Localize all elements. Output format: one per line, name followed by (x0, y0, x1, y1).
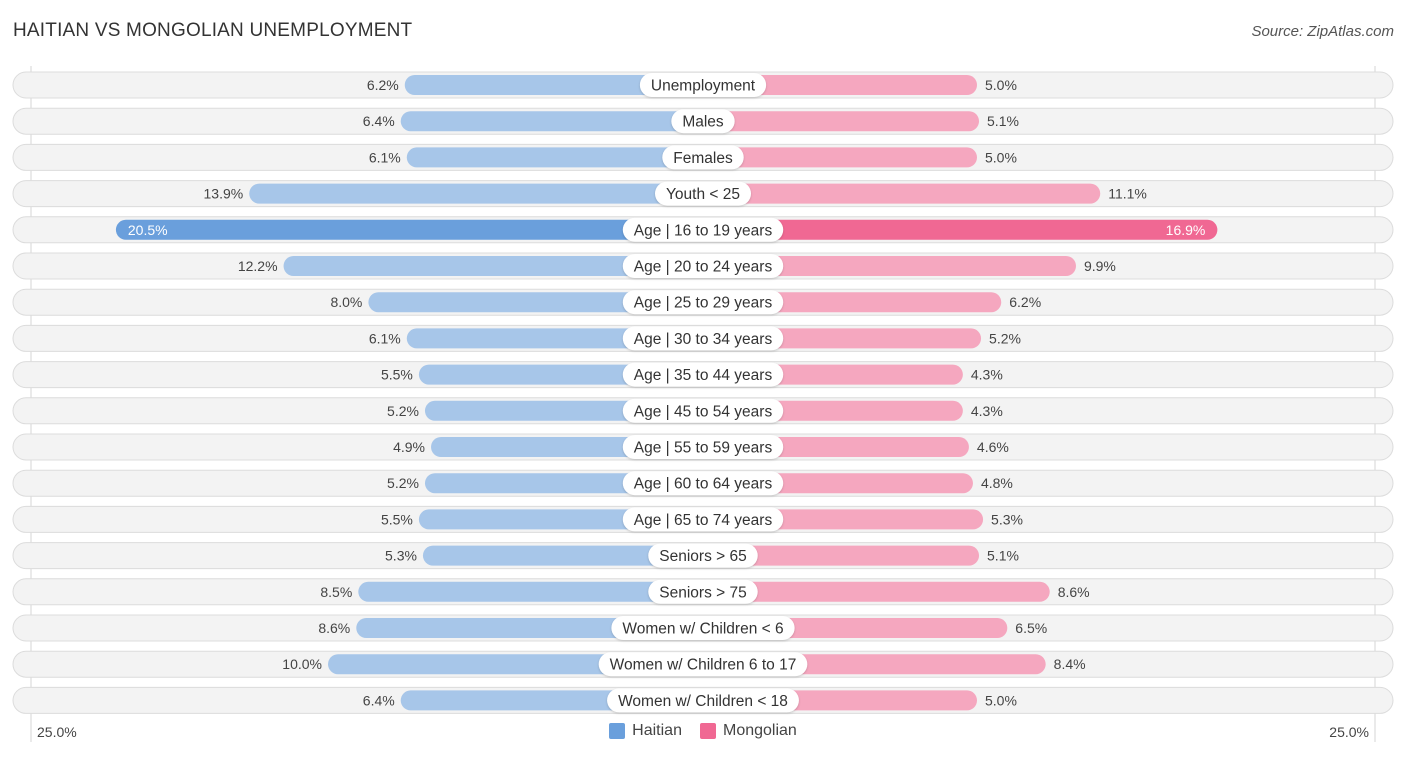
chart-row[interactable]: Women w/ Children < 18 6.4% 5.0% (12, 686, 1394, 714)
category-label: Age | 20 to 24 years (634, 259, 773, 276)
chart-row[interactable]: Age | 45 to 54 years 5.2% 4.3% (12, 397, 1394, 425)
value-label-mongolian: 8.6% (1058, 584, 1090, 600)
bar-mongolian[interactable] (703, 147, 977, 168)
category-label: Age | 35 to 44 years (634, 367, 773, 384)
value-label-mongolian: 6.2% (1009, 294, 1041, 310)
chart-row[interactable]: Age | 60 to 64 years 5.2% 4.8% (12, 469, 1394, 497)
legend-item-haitian[interactable]: Haitian (609, 722, 682, 740)
value-label-mongolian: 11.1% (1108, 186, 1147, 202)
bar-mongolian[interactable] (703, 183, 1101, 204)
value-label-mongolian: 4.3% (971, 403, 1003, 419)
category-label: Unemployment (651, 78, 756, 95)
category-label: Females (673, 150, 733, 167)
value-label-mongolian: 5.1% (987, 113, 1019, 129)
value-label-mongolian: 5.0% (985, 149, 1017, 165)
value-label-haitian: 5.5% (381, 367, 413, 383)
legend-swatch-mongolian (699, 723, 716, 739)
category-label: Age | 25 to 29 years (634, 295, 773, 312)
legend-item-mongolian[interactable]: Mongolian (699, 722, 797, 740)
category-label: Seniors > 75 (659, 584, 746, 601)
bar-haitian[interactable] (249, 183, 703, 204)
category-label: Age | 55 to 59 years (634, 440, 773, 457)
value-label-mongolian: 8.4% (1054, 656, 1086, 672)
category-label: Age | 65 to 74 years (634, 512, 773, 529)
chart-row[interactable]: Age | 35 to 44 years 5.5% 4.3% (12, 361, 1394, 389)
value-label-haitian: 5.3% (385, 548, 417, 564)
value-label-haitian: 8.5% (320, 584, 352, 600)
category-label: Women w/ Children < 18 (618, 693, 788, 710)
value-label-haitian: 6.2% (367, 77, 399, 93)
legend-label-mongolian: Mongolian (722, 722, 797, 739)
chart-canvas: Unemployment 6.2% 5.0% Males 6.4% 5.1% Females… (12, 66, 1394, 742)
value-label-mongolian: 5.0% (985, 77, 1017, 93)
chart-row[interactable]: Seniors > 75 8.5% 8.6% (12, 578, 1394, 606)
value-label-haitian: 10.0% (282, 656, 322, 672)
value-label-haitian: 13.9% (204, 186, 244, 202)
chart-row[interactable]: Males 6.4% 5.1% (12, 107, 1394, 135)
chart-row[interactable]: Age | 65 to 74 years 5.5% 5.3% (12, 505, 1394, 533)
category-label: Youth < 25 (666, 186, 740, 203)
category-label: Seniors > 65 (659, 548, 746, 565)
value-label-haitian: 8.0% (330, 294, 362, 310)
value-label-haitian: 6.4% (363, 113, 395, 129)
chart-row[interactable]: Unemployment 6.2% 5.0% (12, 71, 1394, 99)
value-label-haitian: 5.2% (387, 475, 419, 491)
chart-row[interactable]: Age | 20 to 24 years 12.2% 9.9% (12, 252, 1394, 280)
value-label-haitian: 5.2% (387, 403, 419, 419)
bar-haitian[interactable] (406, 147, 703, 168)
value-label-mongolian: 5.1% (987, 548, 1019, 564)
value-label-haitian: 6.4% (363, 692, 395, 708)
value-label-mongolian: 5.0% (985, 692, 1017, 708)
chart-row[interactable]: Age | 55 to 59 years 4.9% 4.6% (12, 433, 1394, 461)
chart-row[interactable]: Seniors > 65 5.3% 5.1% (12, 542, 1394, 570)
chart-row[interactable]: Age | 25 to 29 years 8.0% 6.2% (12, 288, 1394, 316)
category-label: Age | 16 to 19 years (634, 222, 773, 239)
legend: Haitian Mongolian (0, 722, 1406, 740)
category-label: Males (682, 114, 724, 131)
value-label-mongolian: 4.6% (977, 439, 1009, 455)
chart-rows: Unemployment 6.2% 5.0% Males 6.4% 5.1% Females… (12, 71, 1394, 714)
value-label-mongolian: 6.5% (1015, 620, 1047, 636)
value-label-haitian: 8.6% (318, 620, 350, 636)
category-label: Women w/ Children < 6 (622, 621, 783, 638)
value-label-mongolian: 4.8% (981, 475, 1013, 491)
value-label-haitian: 5.5% (381, 511, 413, 527)
category-label: Age | 60 to 64 years (634, 476, 773, 493)
value-label-mongolian: 5.3% (991, 511, 1023, 527)
value-label-mongolian: 9.9% (1084, 258, 1116, 274)
chart-row[interactable]: Females 6.1% 5.0% (12, 143, 1394, 171)
value-label-mongolian: 4.3% (971, 367, 1003, 383)
chart-row[interactable]: Age | 30 to 34 years 6.1% 5.2% (12, 324, 1394, 352)
chart-row[interactable]: Women w/ Children 6 to 17 10.0% 8.4% (12, 650, 1394, 678)
bar-mongolian[interactable] (703, 111, 980, 132)
value-label-mongolian: 16.9% (1166, 222, 1206, 238)
legend-swatch-haitian (609, 723, 626, 739)
value-label-mongolian: 5.2% (989, 330, 1021, 346)
category-label: Women w/ Children 6 to 17 (610, 657, 797, 674)
value-label-haitian: 6.1% (369, 330, 401, 346)
bar-haitian[interactable] (115, 219, 703, 240)
chart-row[interactable]: Youth < 25 13.9% 11.1% (12, 180, 1394, 208)
value-label-haitian: 20.5% (128, 222, 168, 238)
value-label-haitian: 12.2% (238, 258, 278, 274)
legend-label-haitian: Haitian (632, 722, 682, 739)
category-label: Age | 45 to 54 years (634, 403, 773, 420)
chart-row[interactable]: Age | 16 to 19 years 20.5% 16.9% (12, 216, 1394, 244)
chart-row[interactable]: Women w/ Children < 6 8.6% 6.5% (12, 614, 1394, 642)
category-label: Age | 30 to 34 years (634, 331, 773, 348)
bar-haitian[interactable] (400, 111, 703, 132)
value-label-haitian: 4.9% (393, 439, 425, 455)
value-label-haitian: 6.1% (369, 149, 401, 165)
